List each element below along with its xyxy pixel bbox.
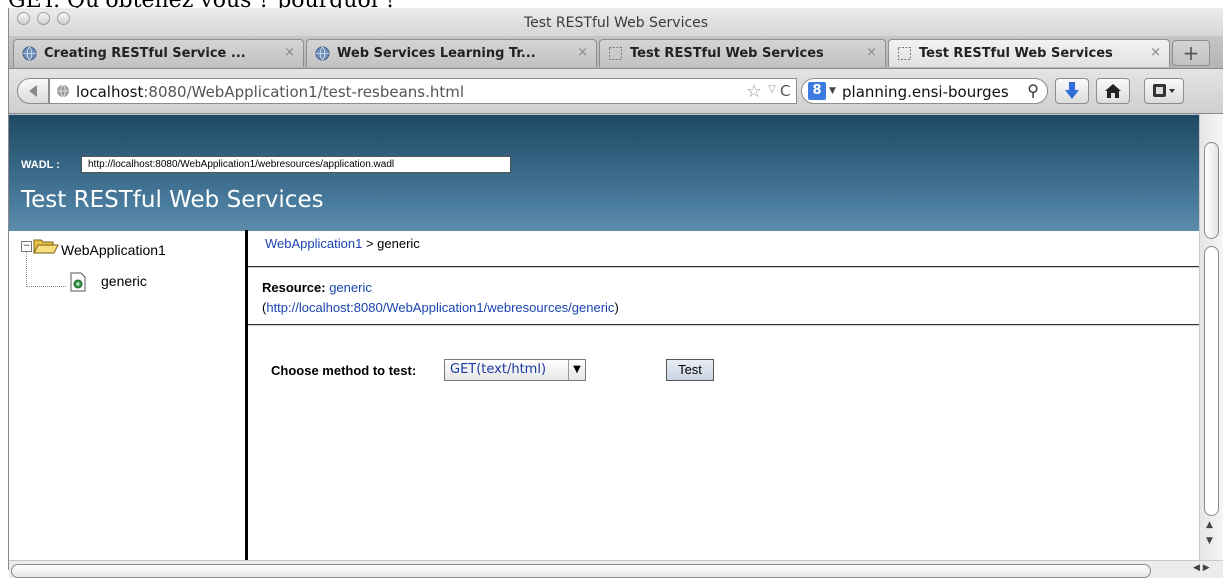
download-arrow-icon <box>1065 82 1079 99</box>
tab-label: Web Services Learning Tr... <box>337 46 536 61</box>
tab-close-icon[interactable]: × <box>284 45 295 60</box>
vertical-scroll-track[interactable] <box>1204 246 1219 516</box>
breadcrumb-link-webapplication1[interactable]: WebApplication1 <box>265 236 362 251</box>
search-engine-icon[interactable]: 8 <box>808 82 826 100</box>
search-bar[interactable]: 8 ▼ planning.ensi-bourges ⚲ <box>801 78 1048 104</box>
new-tab-button[interactable]: + <box>1172 40 1210 66</box>
resource-url-link[interactable]: http://localhost:8080/WebApplication1/we… <box>266 300 614 315</box>
open-folder-icon <box>33 239 59 254</box>
tab-close-icon[interactable]: × <box>1150 45 1161 60</box>
resource-info: Resource: generic (http://localhost:8080… <box>262 278 619 318</box>
back-button[interactable] <box>17 78 49 104</box>
downloads-button[interactable] <box>1055 78 1089 104</box>
breadcrumb: WebApplication1 > generic <box>265 236 420 251</box>
search-icon[interactable]: ⚲ <box>1027 81 1039 100</box>
history-dropdown-icon[interactable]: ▽ <box>768 84 776 95</box>
blank-page-icon <box>609 47 622 60</box>
url-path: :8080/WebApplication1/test-resbeans.html <box>143 83 465 101</box>
navigation-toolbar: localhost:8080/WebApplication1/test-resb… <box>9 69 1223 114</box>
home-icon <box>1105 84 1121 98</box>
url-host: localhost <box>76 83 144 101</box>
tree-item-generic[interactable]: generic <box>101 273 147 289</box>
blank-page-icon <box>898 47 911 60</box>
globe-icon <box>22 46 37 61</box>
globe-icon <box>315 46 330 61</box>
tab-label: Creating RESTful Service ... <box>44 46 246 61</box>
page-content: WADL : http://localhost:8080/WebApplicat… <box>9 114 1199 560</box>
method-selected-value: GET(text/html) <box>450 362 547 377</box>
tree-connector <box>26 252 27 287</box>
scroll-down-icon[interactable]: ▼ <box>1206 536 1213 546</box>
site-identity-icon[interactable] <box>56 84 70 98</box>
test-button[interactable]: Test <box>666 359 714 381</box>
tree-item-webapplication1[interactable]: WebApplication1 <box>61 242 166 258</box>
wadl-url-field[interactable]: http://localhost:8080/WebApplication1/we… <box>81 156 511 173</box>
resource-label: Resource: <box>262 280 326 295</box>
url-text[interactable]: localhost:8080/WebApplication1/test-resb… <box>76 83 464 101</box>
resource-name-link[interactable]: generic <box>329 280 372 295</box>
page-title: Test RESTful Web Services <box>21 187 324 213</box>
bookmark-star-icon[interactable]: ☆ <box>746 81 762 102</box>
divider <box>248 266 1199 268</box>
method-select[interactable]: GET(text/html) ▼ <box>444 359 586 381</box>
url-bar[interactable]: localhost:8080/WebApplication1/test-resb… <box>49 78 797 104</box>
vertical-scrollbar[interactable]: ▲ ▼ <box>1199 114 1223 560</box>
home-button[interactable] <box>1096 78 1130 104</box>
resource-document-icon <box>70 272 86 292</box>
addons-icon <box>1153 84 1175 97</box>
search-input[interactable]: planning.ensi-bourges <box>842 83 1012 101</box>
reload-icon[interactable]: C <box>780 82 790 100</box>
scroll-up-icon[interactable]: ▲ <box>1206 520 1213 530</box>
browser-window: Test RESTful Web Services Creating RESTf… <box>8 8 1223 578</box>
wadl-label: WADL : <box>21 159 60 171</box>
addons-button[interactable] <box>1144 78 1184 104</box>
page-header: WADL : http://localhost:8080/WebApplicat… <box>9 114 1199 231</box>
tab-label: Test RESTful Web Services <box>630 46 824 61</box>
paren-close: ) <box>614 300 619 315</box>
divider <box>248 324 1199 326</box>
tab-test-restful-active[interactable]: Test RESTful Web Services × <box>888 39 1170 67</box>
main-panel: WebApplication1 > generic Resource: gene… <box>248 230 1199 560</box>
tree-collapse-toggle[interactable]: − <box>21 241 32 252</box>
tab-test-restful-1[interactable]: Test RESTful Web Services × <box>599 39 886 67</box>
tab-close-icon[interactable]: × <box>577 45 588 60</box>
window-title: Test RESTful Web Services <box>523 15 709 31</box>
breadcrumb-current: > generic <box>362 236 420 251</box>
title-bar: Test RESTful Web Services <box>9 8 1223 36</box>
tab-bar: Creating RESTful Service ... × Web Servi… <box>9 36 1223 69</box>
horizontal-scroll-thumb[interactable] <box>11 564 1151 578</box>
method-label: Choose method to test: <box>271 363 417 378</box>
tab-creating-restful-service[interactable]: Creating RESTful Service ... × <box>13 39 304 67</box>
vertical-scroll-thumb[interactable] <box>1204 142 1219 239</box>
select-arrow-icon[interactable]: ▼ <box>568 360 585 380</box>
search-engine-dropdown-icon[interactable]: ▼ <box>829 86 836 96</box>
tab-close-icon[interactable]: × <box>866 45 877 60</box>
resource-tree: − WebApplication1 generic <box>9 230 248 560</box>
tree-connector <box>26 286 66 287</box>
horizontal-scrollbar[interactable]: ◀ ▶ <box>9 560 1223 578</box>
tab-web-services-learning[interactable]: Web Services Learning Tr... × <box>306 39 597 67</box>
back-arrow-icon <box>29 85 37 97</box>
tab-label: Test RESTful Web Services <box>919 46 1113 61</box>
scroll-left-right-icon[interactable]: ◀ ▶ <box>1193 563 1210 573</box>
